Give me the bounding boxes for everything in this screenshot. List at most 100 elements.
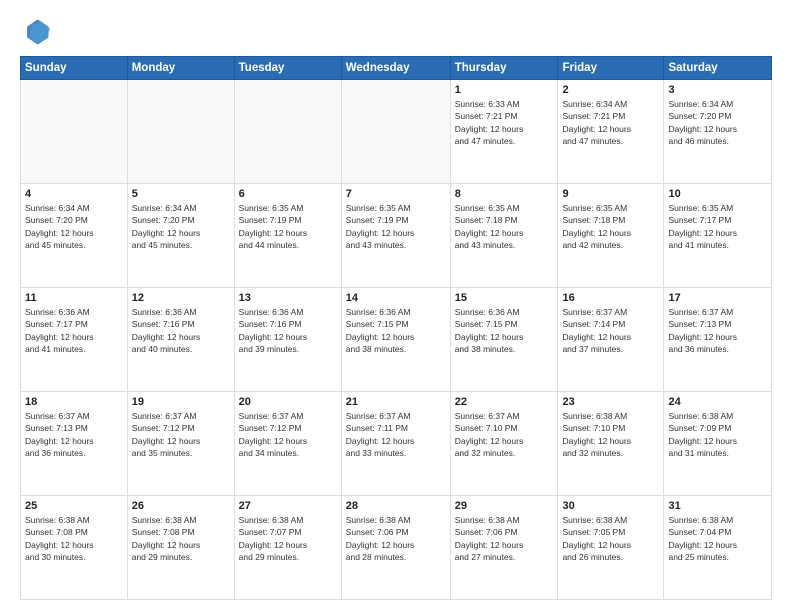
day-number: 12 <box>132 292 230 304</box>
calendar-body: 1 Sunrise: 6:33 AMSunset: 7:21 PMDaylight… <box>21 80 772 600</box>
week-row-2: 4Sunrise: 6:34 AMSunset: 7:20 PMDaylight… <box>21 184 772 288</box>
calendar-table: Sunday Monday Tuesday Wednesday Thursday… <box>20 56 772 600</box>
day-number: 24 <box>668 396 767 408</box>
calendar-cell: 3 Sunrise: 6:34 AMSunset: 7:20 PMDaylight… <box>664 80 772 184</box>
calendar-cell: 9 Sunrise: 6:35 AMSunset: 7:18 PMDaylight… <box>558 184 664 288</box>
col-friday: Friday <box>558 57 664 80</box>
calendar-cell <box>127 80 234 184</box>
calendar-cell: 16 Sunrise: 6:37 AMSunset: 7:14 PMDayligh… <box>558 288 664 392</box>
calendar-cell: 15 Sunrise: 6:36 AMSunset: 7:15 PMDayligh… <box>450 288 558 392</box>
day-number: 18 <box>25 396 123 408</box>
calendar-cell: 17 Sunrise: 6:37 AMSunset: 7:13 PMDayligh… <box>664 288 772 392</box>
day-number: 14 <box>346 292 446 304</box>
day-info: Sunrise: 6:37 AMSunset: 7:12 PMDaylight:… <box>132 410 230 459</box>
calendar-cell: 30 Sunrise: 6:38 AMSunset: 7:05 PMDayligh… <box>558 496 664 600</box>
day-number: 29 <box>455 500 554 512</box>
day-number: 28 <box>346 500 446 512</box>
calendar-cell: 1 Sunrise: 6:33 AMSunset: 7:21 PMDaylight… <box>450 80 558 184</box>
calendar-cell: 12Sunrise: 6:36 AMSunset: 7:16 PMDayligh… <box>127 288 234 392</box>
calendar-cell: 4Sunrise: 6:34 AMSunset: 7:20 PMDaylight… <box>21 184 128 288</box>
calendar-cell: 27Sunrise: 6:38 AMSunset: 7:07 PMDayligh… <box>234 496 341 600</box>
calendar-cell: 22Sunrise: 6:37 AMSunset: 7:10 PMDayligh… <box>450 392 558 496</box>
day-number: 7 <box>346 188 446 200</box>
logo-icon <box>20 16 52 48</box>
col-saturday: Saturday <box>664 57 772 80</box>
calendar-cell: 6 Sunrise: 6:35 AMSunset: 7:19 PMDaylight… <box>234 184 341 288</box>
calendar-cell <box>21 80 128 184</box>
day-info: Sunrise: 6:36 AMSunset: 7:15 PMDaylight:… <box>346 306 446 355</box>
calendar-cell: 26 Sunrise: 6:38 AMSunset: 7:08 PMDayligh… <box>127 496 234 600</box>
day-info: Sunrise: 6:38 AMSunset: 7:06 PMDaylight:… <box>455 514 554 563</box>
calendar-cell <box>341 80 450 184</box>
day-info: Sunrise: 6:36 AMSunset: 7:17 PMDaylight:… <box>25 306 123 355</box>
day-info: Sunrise: 6:37 AMSunset: 7:14 PMDaylight:… <box>562 306 659 355</box>
week-row-5: 25 Sunrise: 6:38 AMSunset: 7:08 PMDayligh… <box>21 496 772 600</box>
page: Sunday Monday Tuesday Wednesday Thursday… <box>0 0 792 612</box>
day-number: 23 <box>562 396 659 408</box>
day-number: 19 <box>132 396 230 408</box>
calendar-header: Sunday Monday Tuesday Wednesday Thursday… <box>21 57 772 80</box>
day-info: Sunrise: 6:38 AMSunset: 7:06 PMDaylight:… <box>346 514 446 563</box>
day-number: 21 <box>346 396 446 408</box>
calendar-cell: 14 Sunrise: 6:36 AMSunset: 7:15 PMDayligh… <box>341 288 450 392</box>
day-info: Sunrise: 6:37 AMSunset: 7:13 PMDaylight:… <box>668 306 767 355</box>
day-info: Sunrise: 6:34 AMSunset: 7:20 PMDaylight:… <box>25 202 123 251</box>
calendar-cell: 20Sunrise: 6:37 AMSunset: 7:12 PMDayligh… <box>234 392 341 496</box>
day-info: Sunrise: 6:34 AMSunset: 7:20 PMDaylight:… <box>132 202 230 251</box>
header-row: Sunday Monday Tuesday Wednesday Thursday… <box>21 57 772 80</box>
day-number: 6 <box>239 188 337 200</box>
day-info: Sunrise: 6:38 AMSunset: 7:09 PMDaylight:… <box>668 410 767 459</box>
calendar-cell: 21 Sunrise: 6:37 AMSunset: 7:11 PMDayligh… <box>341 392 450 496</box>
calendar-cell: 31Sunrise: 6:38 AMSunset: 7:04 PMDayligh… <box>664 496 772 600</box>
day-info: Sunrise: 6:35 AMSunset: 7:18 PMDaylight:… <box>562 202 659 251</box>
calendar-cell: 29 Sunrise: 6:38 AMSunset: 7:06 PMDayligh… <box>450 496 558 600</box>
day-number: 3 <box>668 84 767 96</box>
day-info: Sunrise: 6:35 AMSunset: 7:19 PMDaylight:… <box>239 202 337 251</box>
day-info: Sunrise: 6:36 AMSunset: 7:15 PMDaylight:… <box>455 306 554 355</box>
logo <box>20 16 56 48</box>
day-number: 8 <box>455 188 554 200</box>
day-number: 26 <box>132 500 230 512</box>
day-number: 16 <box>562 292 659 304</box>
day-info: Sunrise: 6:37 AMSunset: 7:12 PMDaylight:… <box>239 410 337 459</box>
day-number: 1 <box>455 84 554 96</box>
calendar-cell: 5 Sunrise: 6:34 AMSunset: 7:20 PMDaylight… <box>127 184 234 288</box>
day-info: Sunrise: 6:35 AMSunset: 7:18 PMDaylight:… <box>455 202 554 251</box>
week-row-1: 1 Sunrise: 6:33 AMSunset: 7:21 PMDaylight… <box>21 80 772 184</box>
calendar-cell: 18 Sunrise: 6:37 AMSunset: 7:13 PMDayligh… <box>21 392 128 496</box>
calendar-cell: 23 Sunrise: 6:38 AMSunset: 7:10 PMDayligh… <box>558 392 664 496</box>
calendar-cell: 28 Sunrise: 6:38 AMSunset: 7:06 PMDayligh… <box>341 496 450 600</box>
col-thursday: Thursday <box>450 57 558 80</box>
week-row-3: 11Sunrise: 6:36 AMSunset: 7:17 PMDayligh… <box>21 288 772 392</box>
col-monday: Monday <box>127 57 234 80</box>
day-info: Sunrise: 6:34 AMSunset: 7:20 PMDaylight:… <box>668 98 767 147</box>
calendar-cell: 10Sunrise: 6:35 AMSunset: 7:17 PMDayligh… <box>664 184 772 288</box>
day-info: Sunrise: 6:38 AMSunset: 7:10 PMDaylight:… <box>562 410 659 459</box>
calendar-cell: 8 Sunrise: 6:35 AMSunset: 7:18 PMDaylight… <box>450 184 558 288</box>
day-info: Sunrise: 6:36 AMSunset: 7:16 PMDaylight:… <box>239 306 337 355</box>
day-info: Sunrise: 6:37 AMSunset: 7:11 PMDaylight:… <box>346 410 446 459</box>
day-info: Sunrise: 6:34 AMSunset: 7:21 PMDaylight:… <box>562 98 659 147</box>
day-number: 15 <box>455 292 554 304</box>
day-number: 30 <box>562 500 659 512</box>
calendar-cell <box>234 80 341 184</box>
calendar: Sunday Monday Tuesday Wednesday Thursday… <box>20 56 772 600</box>
calendar-cell: 2Sunrise: 6:34 AMSunset: 7:21 PMDaylight… <box>558 80 664 184</box>
calendar-cell: 25Sunrise: 6:38 AMSunset: 7:08 PMDayligh… <box>21 496 128 600</box>
col-wednesday: Wednesday <box>341 57 450 80</box>
calendar-cell: 19 Sunrise: 6:37 AMSunset: 7:12 PMDayligh… <box>127 392 234 496</box>
day-info: Sunrise: 6:37 AMSunset: 7:13 PMDaylight:… <box>25 410 123 459</box>
day-info: Sunrise: 6:38 AMSunset: 7:05 PMDaylight:… <box>562 514 659 563</box>
day-number: 5 <box>132 188 230 200</box>
header <box>20 16 772 48</box>
day-number: 25 <box>25 500 123 512</box>
calendar-cell: 24 Sunrise: 6:38 AMSunset: 7:09 PMDayligh… <box>664 392 772 496</box>
col-tuesday: Tuesday <box>234 57 341 80</box>
day-number: 27 <box>239 500 337 512</box>
day-info: Sunrise: 6:33 AMSunset: 7:21 PMDaylight:… <box>455 98 554 147</box>
day-number: 9 <box>562 188 659 200</box>
day-info: Sunrise: 6:38 AMSunset: 7:04 PMDaylight:… <box>668 514 767 563</box>
day-number: 13 <box>239 292 337 304</box>
day-info: Sunrise: 6:38 AMSunset: 7:08 PMDaylight:… <box>132 514 230 563</box>
day-number: 17 <box>668 292 767 304</box>
